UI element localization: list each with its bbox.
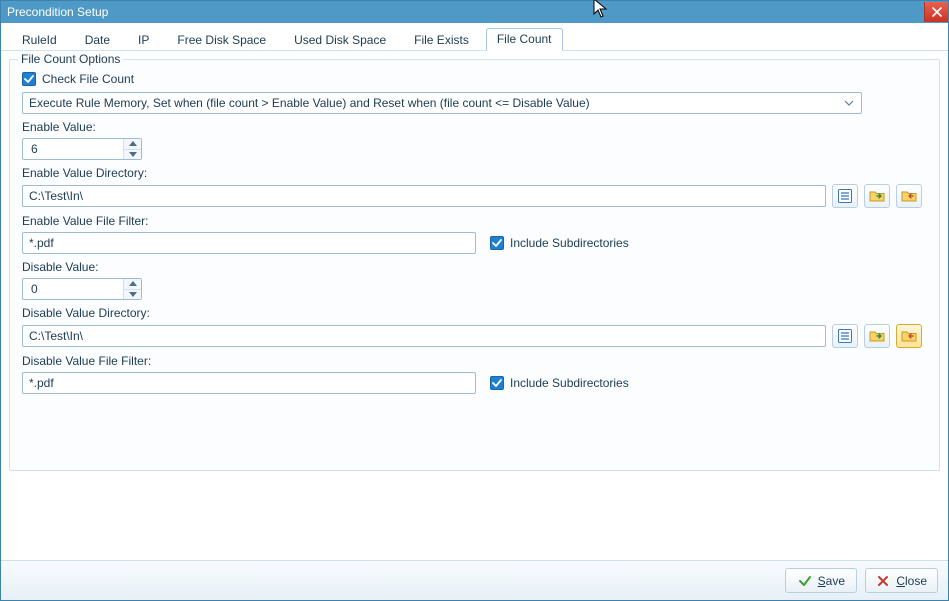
enable-value-file-filter-label: Enable Value File Filter:	[22, 214, 927, 228]
tab-ruleid[interactable]: RuleId	[11, 29, 68, 51]
enable-value-spinner[interactable]	[22, 138, 142, 160]
enable-value-label: Enable Value:	[22, 120, 927, 134]
save-button-mnemonic: S	[818, 574, 826, 588]
dialog-footer: Save Close	[1, 560, 948, 600]
check-file-count-checkbox[interactable]: Check File Count	[22, 72, 134, 86]
enable-dir-open-button[interactable]	[896, 184, 922, 208]
disable-value-spinner[interactable]	[22, 278, 142, 300]
enable-value-directory-input[interactable]	[22, 185, 826, 207]
spinner-down-button[interactable]	[124, 290, 141, 300]
enable-value-file-filter-input[interactable]	[22, 232, 476, 254]
save-button-rest: ave	[826, 574, 845, 588]
enable-dir-list-button[interactable]	[832, 184, 858, 208]
spinner-down-button[interactable]	[124, 150, 141, 160]
file-count-options-group: File Count Options Check File Count Exec…	[9, 59, 940, 471]
tab-used-disk-space[interactable]: Used Disk Space	[283, 29, 397, 51]
titlebar: Precondition Setup	[1, 1, 948, 23]
close-button[interactable]: Close	[865, 568, 938, 593]
tab-file-count[interactable]: File Count	[486, 28, 563, 51]
disable-dir-browse-button[interactable]	[864, 324, 890, 348]
disable-value-directory-input[interactable]	[22, 325, 826, 347]
window-close-button[interactable]	[924, 2, 948, 22]
precondition-setup-window: Precondition Setup RuleId Date IP Free D…	[0, 0, 949, 601]
tab-ip[interactable]: IP	[127, 29, 160, 51]
list-icon	[837, 188, 853, 204]
folder-open-icon	[901, 328, 917, 344]
group-title: File Count Options	[18, 52, 123, 66]
checkbox-icon	[490, 376, 504, 390]
checkbox-icon	[22, 72, 36, 86]
disable-include-subdirectories-checkbox[interactable]: Include Subdirectories	[490, 376, 629, 390]
disable-dir-open-button[interactable]	[896, 324, 922, 348]
condition-select[interactable]: Execute Rule Memory, Set when (file coun…	[22, 92, 862, 114]
tab-date[interactable]: Date	[74, 29, 121, 51]
x-icon	[876, 574, 890, 588]
save-button[interactable]: Save	[785, 568, 857, 593]
condition-select-value: Execute Rule Memory, Set when (file coun…	[29, 96, 590, 110]
tabbar: RuleId Date IP Free Disk Space Used Disk…	[1, 23, 948, 51]
enable-value-input[interactable]	[29, 141, 109, 157]
check-file-count-label: Check File Count	[42, 72, 134, 86]
enable-include-subdirectories-checkbox[interactable]: Include Subdirectories	[490, 236, 629, 250]
disable-value-file-filter-label: Disable Value File Filter:	[22, 354, 927, 368]
tab-file-exists[interactable]: File Exists	[403, 29, 480, 51]
disable-dir-list-button[interactable]	[832, 324, 858, 348]
close-button-rest: lose	[905, 574, 927, 588]
chevron-down-icon	[841, 95, 857, 111]
tab-free-disk-space[interactable]: Free Disk Space	[166, 29, 277, 51]
enable-dir-browse-button[interactable]	[864, 184, 890, 208]
disable-value-input[interactable]	[29, 281, 109, 297]
enable-include-subdirectories-label: Include Subdirectories	[510, 236, 629, 250]
disable-value-file-filter-input[interactable]	[22, 372, 476, 394]
window-title: Precondition Setup	[7, 1, 108, 23]
folder-arrow-icon	[869, 188, 885, 204]
list-icon	[837, 328, 853, 344]
disable-value-label: Disable Value:	[22, 260, 927, 274]
tab-content: File Count Options Check File Count Exec…	[1, 51, 948, 560]
folder-arrow-icon	[869, 328, 885, 344]
spinner-up-button[interactable]	[124, 139, 141, 150]
close-icon	[932, 7, 942, 17]
disable-value-directory-label: Disable Value Directory:	[22, 306, 927, 320]
spinner-up-button[interactable]	[124, 279, 141, 290]
close-button-mnemonic: C	[896, 574, 905, 588]
check-icon	[798, 574, 812, 588]
checkbox-icon	[490, 236, 504, 250]
disable-include-subdirectories-label: Include Subdirectories	[510, 376, 629, 390]
enable-value-directory-label: Enable Value Directory:	[22, 166, 927, 180]
folder-open-icon	[901, 188, 917, 204]
